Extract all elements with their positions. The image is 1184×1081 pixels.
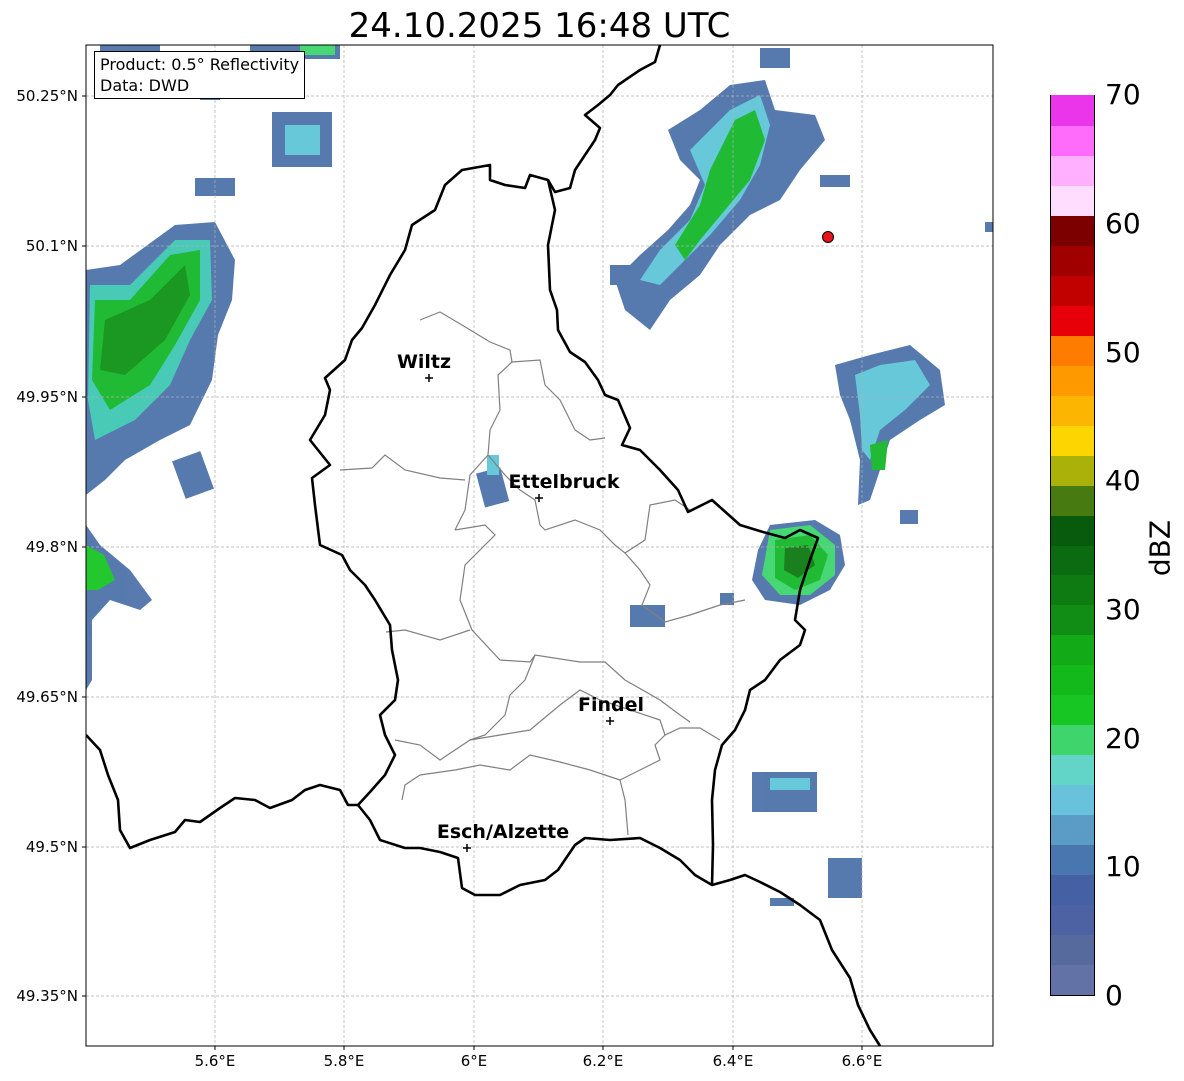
colorbar-segment [1051, 275, 1094, 306]
lon-label: 6°E [460, 1052, 488, 1070]
colorbar-segment [1051, 664, 1094, 696]
colorbar-segment [1051, 634, 1094, 666]
colorbar-label: 0 [1105, 979, 1123, 1012]
colorbar-segment [1051, 335, 1094, 366]
city-label-esch-alzette: Esch/Alzette [436, 821, 570, 843]
colorbar-segment [1051, 934, 1094, 966]
colorbar-label: 70 [1105, 78, 1141, 111]
colorbar-segment [1051, 484, 1094, 516]
city-markers [425, 374, 614, 852]
colorbar-label: 20 [1105, 722, 1141, 755]
lon-label: 6.6°E [841, 1052, 883, 1070]
colorbar-segment [1051, 155, 1094, 186]
product-info-box: Product: 0.5° Reflectivity Data: DWD [94, 51, 306, 99]
lat-label: 49.95°N [16, 388, 78, 406]
colorbar-segment [1051, 455, 1094, 486]
colorbar-segment [1051, 365, 1094, 396]
lon-label: 5.6°E [194, 1052, 236, 1070]
colorbar-label: 50 [1105, 336, 1141, 369]
colorbar-segment [1051, 514, 1094, 546]
lat-label: 49.35°N [16, 987, 78, 1005]
city-label-ettelbruck: Ettelbruck [508, 471, 620, 493]
lat-label: 50.1°N [25, 237, 78, 255]
colorbar-segment [1051, 544, 1094, 576]
colorbar-segment [1051, 754, 1094, 786]
canton-borders [339, 311, 746, 836]
colorbar-segment [1051, 604, 1094, 636]
colorbar-label: 40 [1105, 464, 1141, 497]
colorbar-segment [1051, 215, 1094, 246]
lat-label: 50.25°N [16, 87, 78, 105]
colorbar-segment [1051, 574, 1094, 606]
luxembourg-border [308, 163, 820, 897]
colorbar-segment [1051, 814, 1094, 846]
colorbar-segment [1051, 964, 1094, 995]
lon-label: 5.8°E [323, 1052, 365, 1070]
radar-map[interactable] [0, 0, 1184, 1081]
colorbar-segment [1051, 694, 1094, 726]
lon-label: 6.2°E [582, 1052, 624, 1070]
colorbar-unit: dBZ [1143, 519, 1177, 577]
colorbar-segment [1051, 125, 1094, 156]
colorbar-segment [1051, 844, 1094, 876]
colorbar-segment [1051, 724, 1094, 756]
colorbar-segment [1051, 305, 1094, 336]
colorbar-segment [1051, 95, 1094, 126]
data-source-label: Data: DWD [100, 76, 190, 95]
city-label-wiltz: Wiltz [396, 351, 452, 373]
lat-label: 49.5°N [25, 838, 78, 856]
city-label-findel: Findel [577, 694, 645, 716]
lon-label: 6.4°E [712, 1052, 754, 1070]
colorbar-segment [1051, 395, 1094, 426]
product-label: Product: 0.5° Reflectivity [100, 55, 300, 74]
lat-label: 49.65°N [16, 688, 78, 706]
colorbar-segment [1051, 784, 1094, 816]
lat-label: 49.8°N [25, 538, 78, 556]
colorbar-segment [1051, 874, 1094, 906]
colorbar-segment [1051, 185, 1094, 216]
colorbar-label: 10 [1105, 850, 1141, 883]
colorbar-label: 30 [1105, 593, 1141, 626]
colorbar-segment [1051, 904, 1094, 936]
colorbar [1050, 95, 1095, 996]
colorbar-label: 60 [1105, 207, 1141, 240]
echo-sw [86, 525, 152, 690]
colorbar-segment [1051, 245, 1094, 276]
radar-site-marker[interactable] [822, 231, 834, 243]
colorbar-segment [1051, 425, 1094, 456]
